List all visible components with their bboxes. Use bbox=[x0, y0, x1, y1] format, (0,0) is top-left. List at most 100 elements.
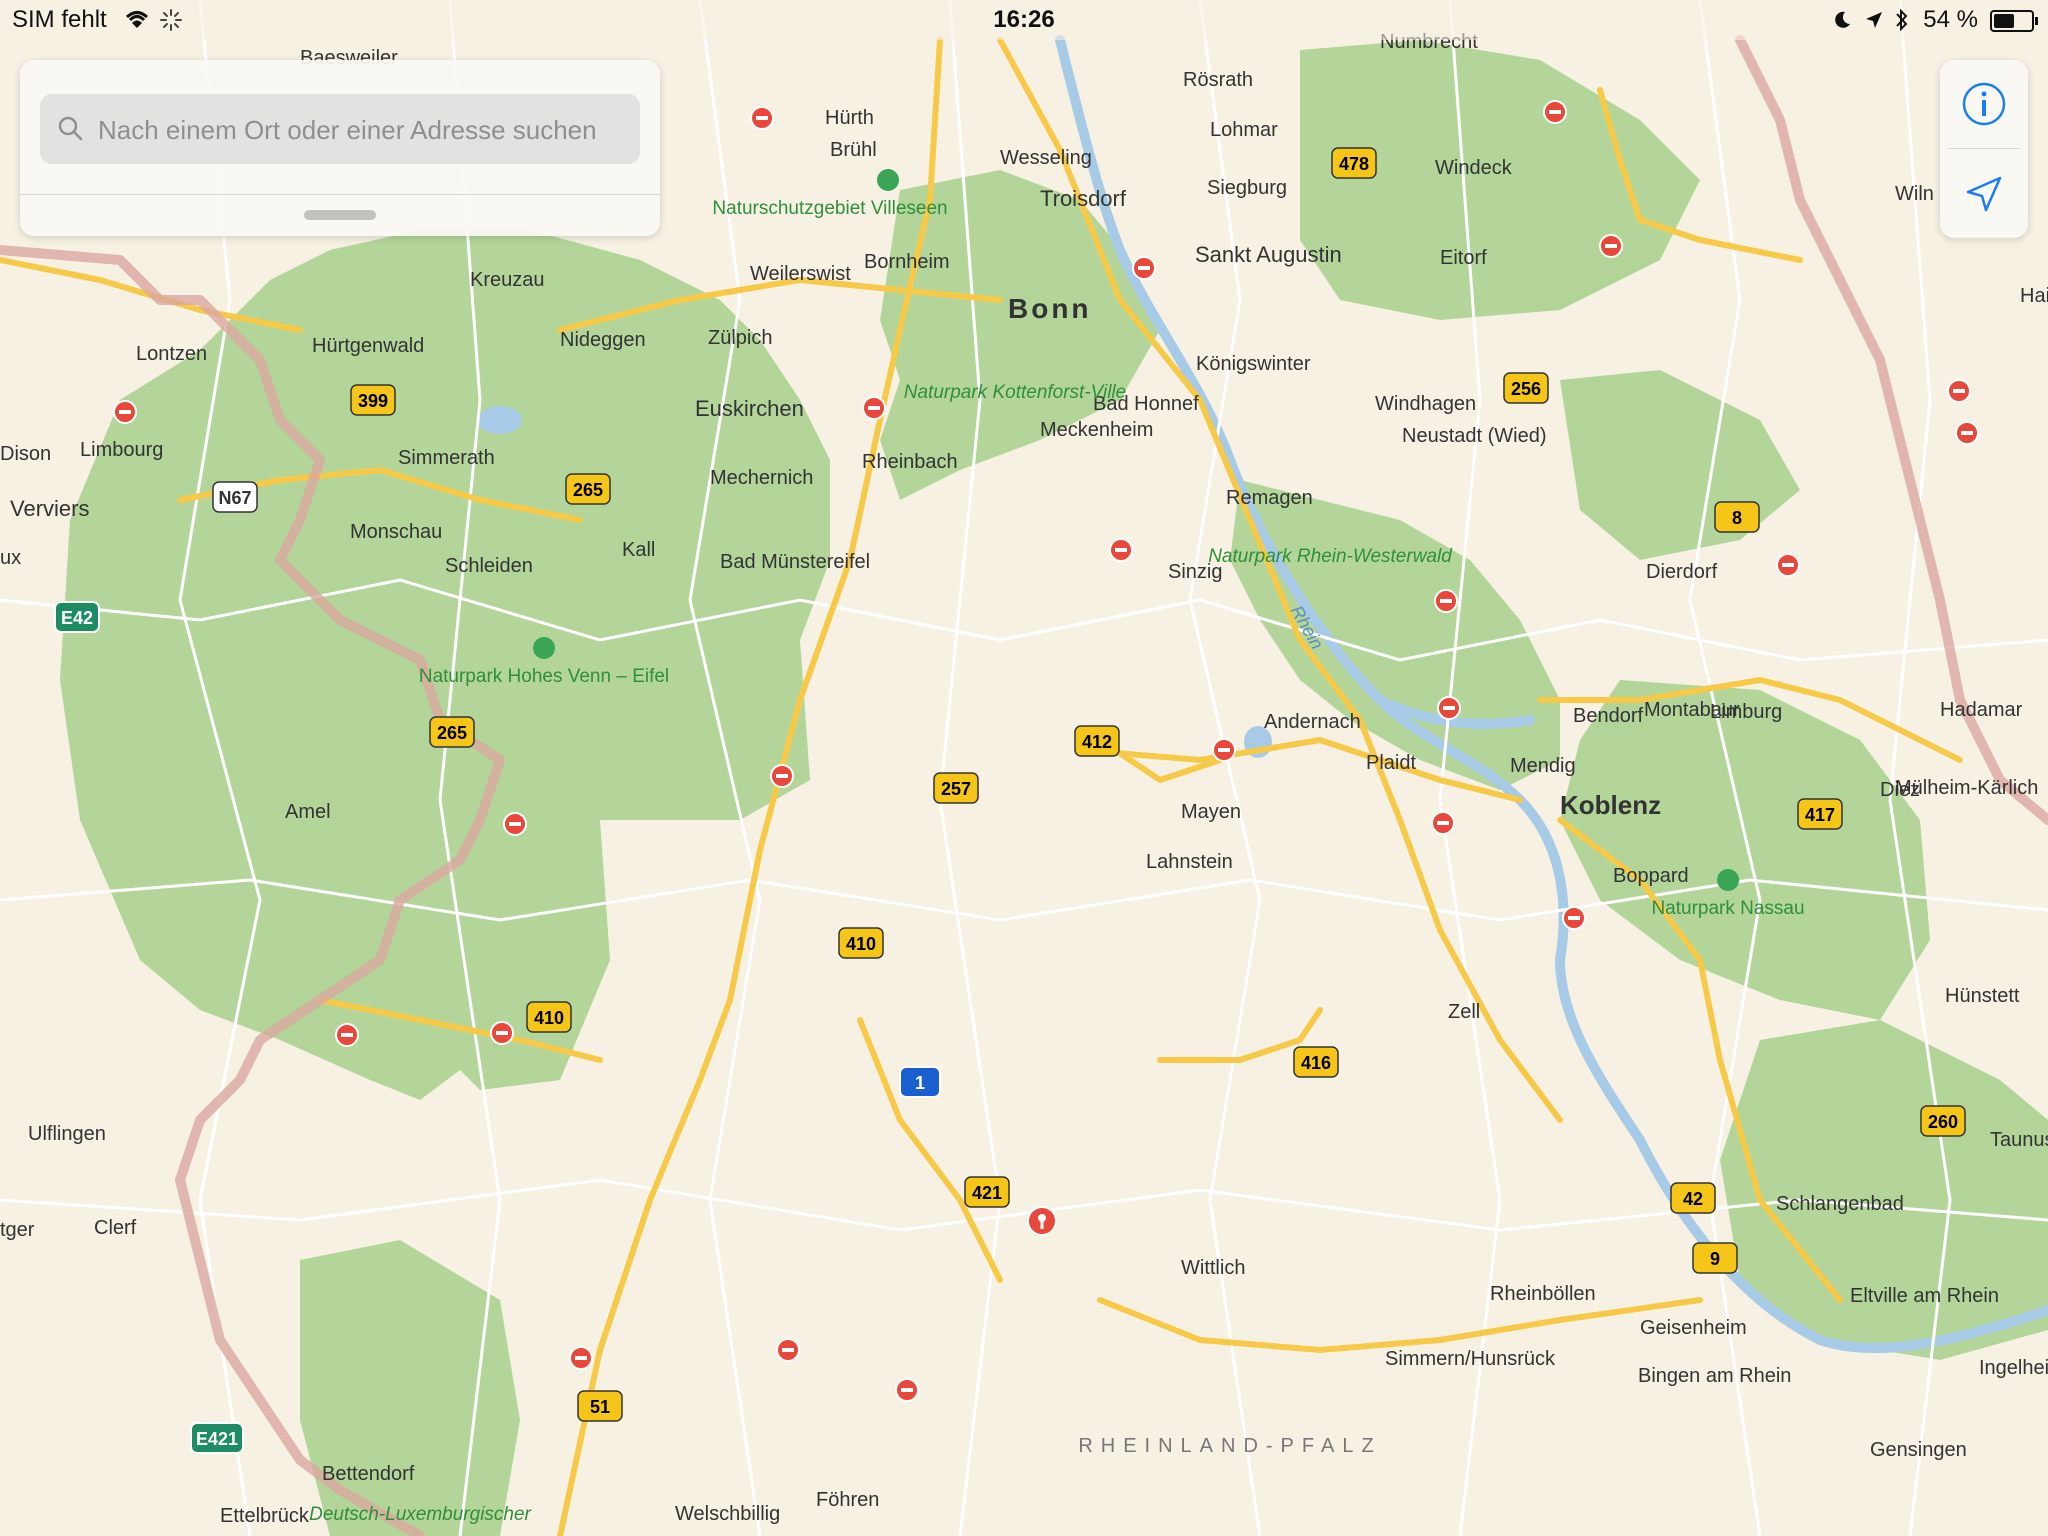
place-label: Dierdorf bbox=[1646, 561, 1718, 583]
road-shield-label: 9 bbox=[1710, 1249, 1720, 1269]
road-closure-icon bbox=[770, 764, 794, 788]
place-label: Andernach bbox=[1264, 711, 1361, 733]
road-shield-label: 410 bbox=[534, 1008, 564, 1028]
place-label: Boppard bbox=[1613, 865, 1689, 887]
battery-icon bbox=[1990, 10, 2038, 32]
place-label: Schleiden bbox=[445, 555, 533, 577]
tree-icon bbox=[877, 169, 899, 191]
place-label: Dison bbox=[0, 443, 51, 465]
map-controls bbox=[1940, 60, 2028, 238]
place-label: Verviers bbox=[10, 496, 89, 521]
dropped-pin-icon[interactable] bbox=[1027, 1206, 1057, 1236]
place-label: Hürtgenwald bbox=[312, 335, 424, 357]
place-label: Lontzen bbox=[136, 343, 207, 365]
place-label: Ingelheim bbox=[1979, 1357, 2048, 1379]
road-closure-icon bbox=[1434, 589, 1458, 613]
park-label: Naturpark Kottenforst-Ville bbox=[904, 382, 1126, 403]
place-label: tger bbox=[0, 1219, 35, 1241]
road-shield-label: 265 bbox=[437, 723, 467, 743]
place-label: Bendorf bbox=[1573, 705, 1643, 727]
place-label: Rösrath bbox=[1183, 69, 1253, 91]
place-label: Hürth bbox=[825, 107, 874, 129]
road-shield-label: 399 bbox=[358, 391, 388, 411]
tree-icon bbox=[1717, 869, 1739, 891]
road-closure-icon bbox=[1212, 738, 1236, 762]
road-closure-icon bbox=[335, 1023, 359, 1047]
search-icon bbox=[58, 116, 83, 141]
road-closure-icon bbox=[1599, 234, 1623, 258]
park-label: Naturschutzgebiet Villeseen bbox=[712, 198, 947, 219]
road-closure-icon bbox=[1437, 696, 1461, 720]
place-label: Wesseling bbox=[1000, 147, 1092, 169]
place-label: Bettendorf bbox=[322, 1463, 415, 1485]
place-label: Wittlich bbox=[1181, 1257, 1245, 1279]
road-shield-label: E421 bbox=[196, 1429, 238, 1449]
place-label: Bad Münstereifel bbox=[720, 551, 870, 573]
place-label: Simmern/Hunsrück bbox=[1385, 1348, 1556, 1370]
place-label: Kreuzau bbox=[470, 269, 545, 291]
place-label: Windeck bbox=[1435, 157, 1513, 179]
place-label: Sankt Augustin bbox=[1195, 242, 1342, 267]
road-shield-label: 8 bbox=[1732, 508, 1742, 528]
road-closure-icon bbox=[862, 396, 886, 420]
search-field[interactable] bbox=[40, 94, 640, 164]
tree-icon bbox=[533, 637, 555, 659]
place-label: Amel bbox=[285, 801, 331, 823]
road-closure-icon bbox=[1947, 379, 1971, 403]
search-input[interactable] bbox=[96, 106, 630, 154]
place-label: Nideggen bbox=[560, 329, 646, 351]
autobahn-shield: 1 bbox=[899, 1066, 941, 1098]
place-label: Eitorf bbox=[1440, 247, 1487, 269]
place-label: Bornheim bbox=[864, 251, 950, 273]
clock: 16:26 bbox=[993, 6, 1055, 33]
road-closure-icon bbox=[1776, 553, 1800, 577]
road-shield-label: 256 bbox=[1511, 379, 1541, 399]
place-label: Ettelbrück bbox=[220, 1505, 310, 1527]
bluetooth-icon bbox=[1896, 8, 1908, 32]
place-label: Mayen bbox=[1181, 801, 1241, 823]
place-label: Rheinböllen bbox=[1490, 1283, 1596, 1305]
current-location-button[interactable] bbox=[1940, 150, 2028, 238]
place-label: Königswinter bbox=[1196, 353, 1311, 375]
place-label: Troisdorf bbox=[1040, 186, 1127, 211]
place-label: Eltville am Rhein bbox=[1850, 1285, 1999, 1307]
place-label: Mendig bbox=[1510, 755, 1576, 777]
controls-divider bbox=[1948, 148, 2020, 149]
place-label: Remagen bbox=[1226, 487, 1313, 509]
place-label: Koblenz bbox=[1560, 790, 1661, 820]
road-closure-icon bbox=[1132, 256, 1156, 280]
place-label: Euskirchen bbox=[695, 396, 804, 421]
place-label: Lohmar bbox=[1210, 119, 1278, 141]
info-button[interactable] bbox=[1940, 60, 2028, 148]
road-closure-icon bbox=[895, 1378, 919, 1402]
road-closure-icon bbox=[1543, 100, 1567, 124]
place-label: Bonn bbox=[1008, 293, 1092, 324]
place-label: Zülpich bbox=[708, 327, 772, 349]
place-label: Lahnstein bbox=[1146, 851, 1233, 873]
place-label: Kall bbox=[622, 539, 655, 561]
park-label: Naturpark Nassau bbox=[1651, 898, 1804, 919]
battery-percent: 54 % bbox=[1923, 6, 1978, 33]
place-label: Monschau bbox=[350, 521, 442, 543]
search-card bbox=[20, 60, 660, 236]
road-shield-label: 265 bbox=[573, 480, 603, 500]
place-label: Ulflingen bbox=[28, 1123, 106, 1145]
road-shield-label: 412 bbox=[1082, 732, 1112, 752]
moon-icon bbox=[1835, 11, 1850, 28]
place-label: Meckenheim bbox=[1040, 419, 1153, 441]
park-label: Naturpark Hohes Venn – Eifel bbox=[419, 666, 669, 687]
place-label: Limburg bbox=[1710, 701, 1782, 723]
road-closure-icon bbox=[1562, 906, 1586, 930]
road-closure-icon bbox=[1431, 811, 1455, 835]
place-label: Hünstett bbox=[1945, 985, 2020, 1007]
place-label: Hai bbox=[2020, 285, 2048, 307]
road-shield-label: E42 bbox=[61, 608, 93, 628]
place-label: Taunus bbox=[1990, 1129, 2048, 1151]
place-label: Neustadt (Wied) bbox=[1402, 425, 1547, 447]
park-label: Naturpark Rhein-Westerwald bbox=[1208, 546, 1453, 567]
road-closure-icon bbox=[113, 400, 137, 424]
drag-handle[interactable] bbox=[304, 210, 376, 220]
card-divider bbox=[20, 194, 660, 195]
place-label: Welschbillig bbox=[675, 1503, 780, 1525]
location-arrow-icon bbox=[1866, 12, 1882, 28]
